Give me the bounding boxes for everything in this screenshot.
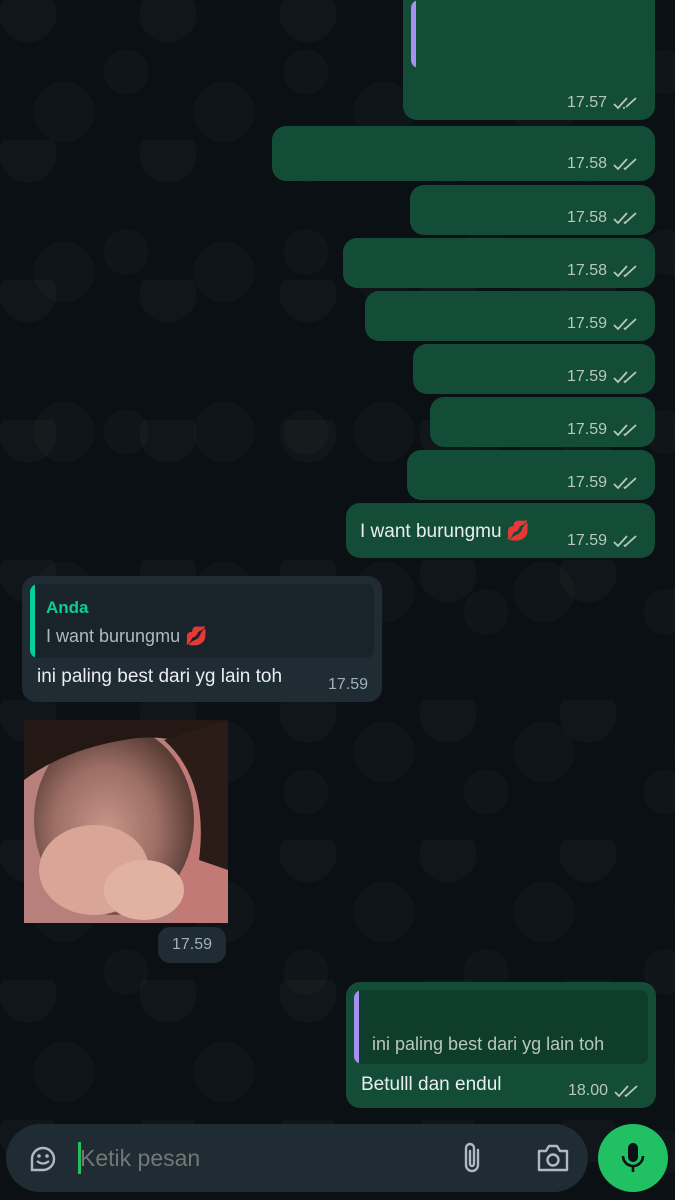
message-bubble-outgoing[interactable]: 17.59 [407,450,655,500]
quote-text: ini paling best dari yg lain toh [372,1034,605,1054]
message-bubble-outgoing[interactable]: 17.59 [430,397,655,447]
message-bubble-outgoing[interactable]: 17.59 [413,344,655,394]
message-time: 17.59 [566,368,607,385]
sticker-icon[interactable] [28,1144,58,1174]
kiss-emoji: 💋 [185,626,208,646]
kiss-emoji: 💋 [505,521,530,542]
message-time: 17.59 [566,315,607,332]
photo-time-badge: 17.59 [158,927,226,963]
message-content: I want burungmu 💋 [360,519,530,543]
message-photo-incoming[interactable] [24,720,228,923]
message-time: 17.58 [566,262,607,279]
message-time: 17.59 [327,676,368,693]
message-meta: 17.59 [567,421,641,439]
quoted-message[interactable]: Anda I want burungmu 💋 [30,584,374,658]
message-bubble-outgoing[interactable]: 17.58 [272,126,655,181]
message-bubble-outgoing[interactable]: I want burungmu 💋 17.59 [346,503,655,558]
quote-accent-bar [354,990,359,1064]
quote-accent-bar [411,0,416,68]
quote-text: I want burungmu [46,626,181,646]
message-meta: 18.00 [568,1082,642,1100]
message-time: 18.00 [567,1082,608,1099]
message-time: 17.58 [566,155,607,172]
double-check-icon [613,371,637,384]
double-check-icon [613,97,637,110]
message-meta: 17.58 [567,262,641,280]
message-time: 17.59 [566,421,607,438]
message-meta: 17.58 [567,209,641,227]
message-time: 17.58 [566,209,607,226]
quoted-message[interactable]: ini paling best dari yg lain toh [354,990,648,1064]
double-check-icon [613,212,637,225]
message-meta: 17.59 [567,315,641,333]
message-bubble-outgoing[interactable]: ini paling best dari yg lain toh Betulll… [346,982,656,1108]
message-meta: 17.59 [567,368,641,386]
mic-button[interactable] [598,1124,668,1192]
double-check-icon [613,535,637,548]
double-check-icon [613,424,637,437]
photo-image [24,720,228,923]
message-meta: 17.57 [567,94,641,112]
message-meta: 17.59 [328,676,368,694]
double-check-icon [613,477,637,490]
message-text: ini paling best dari yg lain toh [37,666,283,687]
quote-content: I want burungmu 💋 [46,626,208,647]
quote-accent-bar [30,584,35,658]
message-time: 17.59 [171,936,213,953]
message-composer[interactable] [6,1124,588,1192]
double-check-icon [613,265,637,278]
message-bubble-outgoing[interactable]: 17.58 [343,238,655,288]
message-bubble-outgoing[interactable]: 17.57 [403,0,655,120]
quote-author: Anda [46,598,89,617]
quoted-message[interactable] [411,0,647,68]
message-text: I want burungmu [360,521,502,542]
message-bubble-outgoing[interactable]: 17.59 [365,291,655,341]
camera-icon[interactable] [536,1143,570,1173]
message-text: Betulll dan endul [361,1074,502,1095]
message-meta: 17.58 [567,155,641,173]
message-bubble-incoming[interactable]: Anda I want burungmu 💋 ini paling best d… [22,576,382,702]
message-input[interactable] [80,1138,440,1178]
attach-icon[interactable] [458,1140,488,1176]
double-check-icon [613,158,637,171]
mic-icon [621,1143,645,1172]
message-meta: 17.59 [567,532,641,550]
message-time: 17.57 [566,94,607,111]
message-time: 17.59 [566,532,607,549]
message-time: 17.59 [566,474,607,491]
message-meta: 17.59 [567,474,641,492]
double-check-icon [614,1085,638,1098]
message-bubble-outgoing[interactable]: 17.58 [410,185,655,235]
double-check-icon [613,318,637,331]
